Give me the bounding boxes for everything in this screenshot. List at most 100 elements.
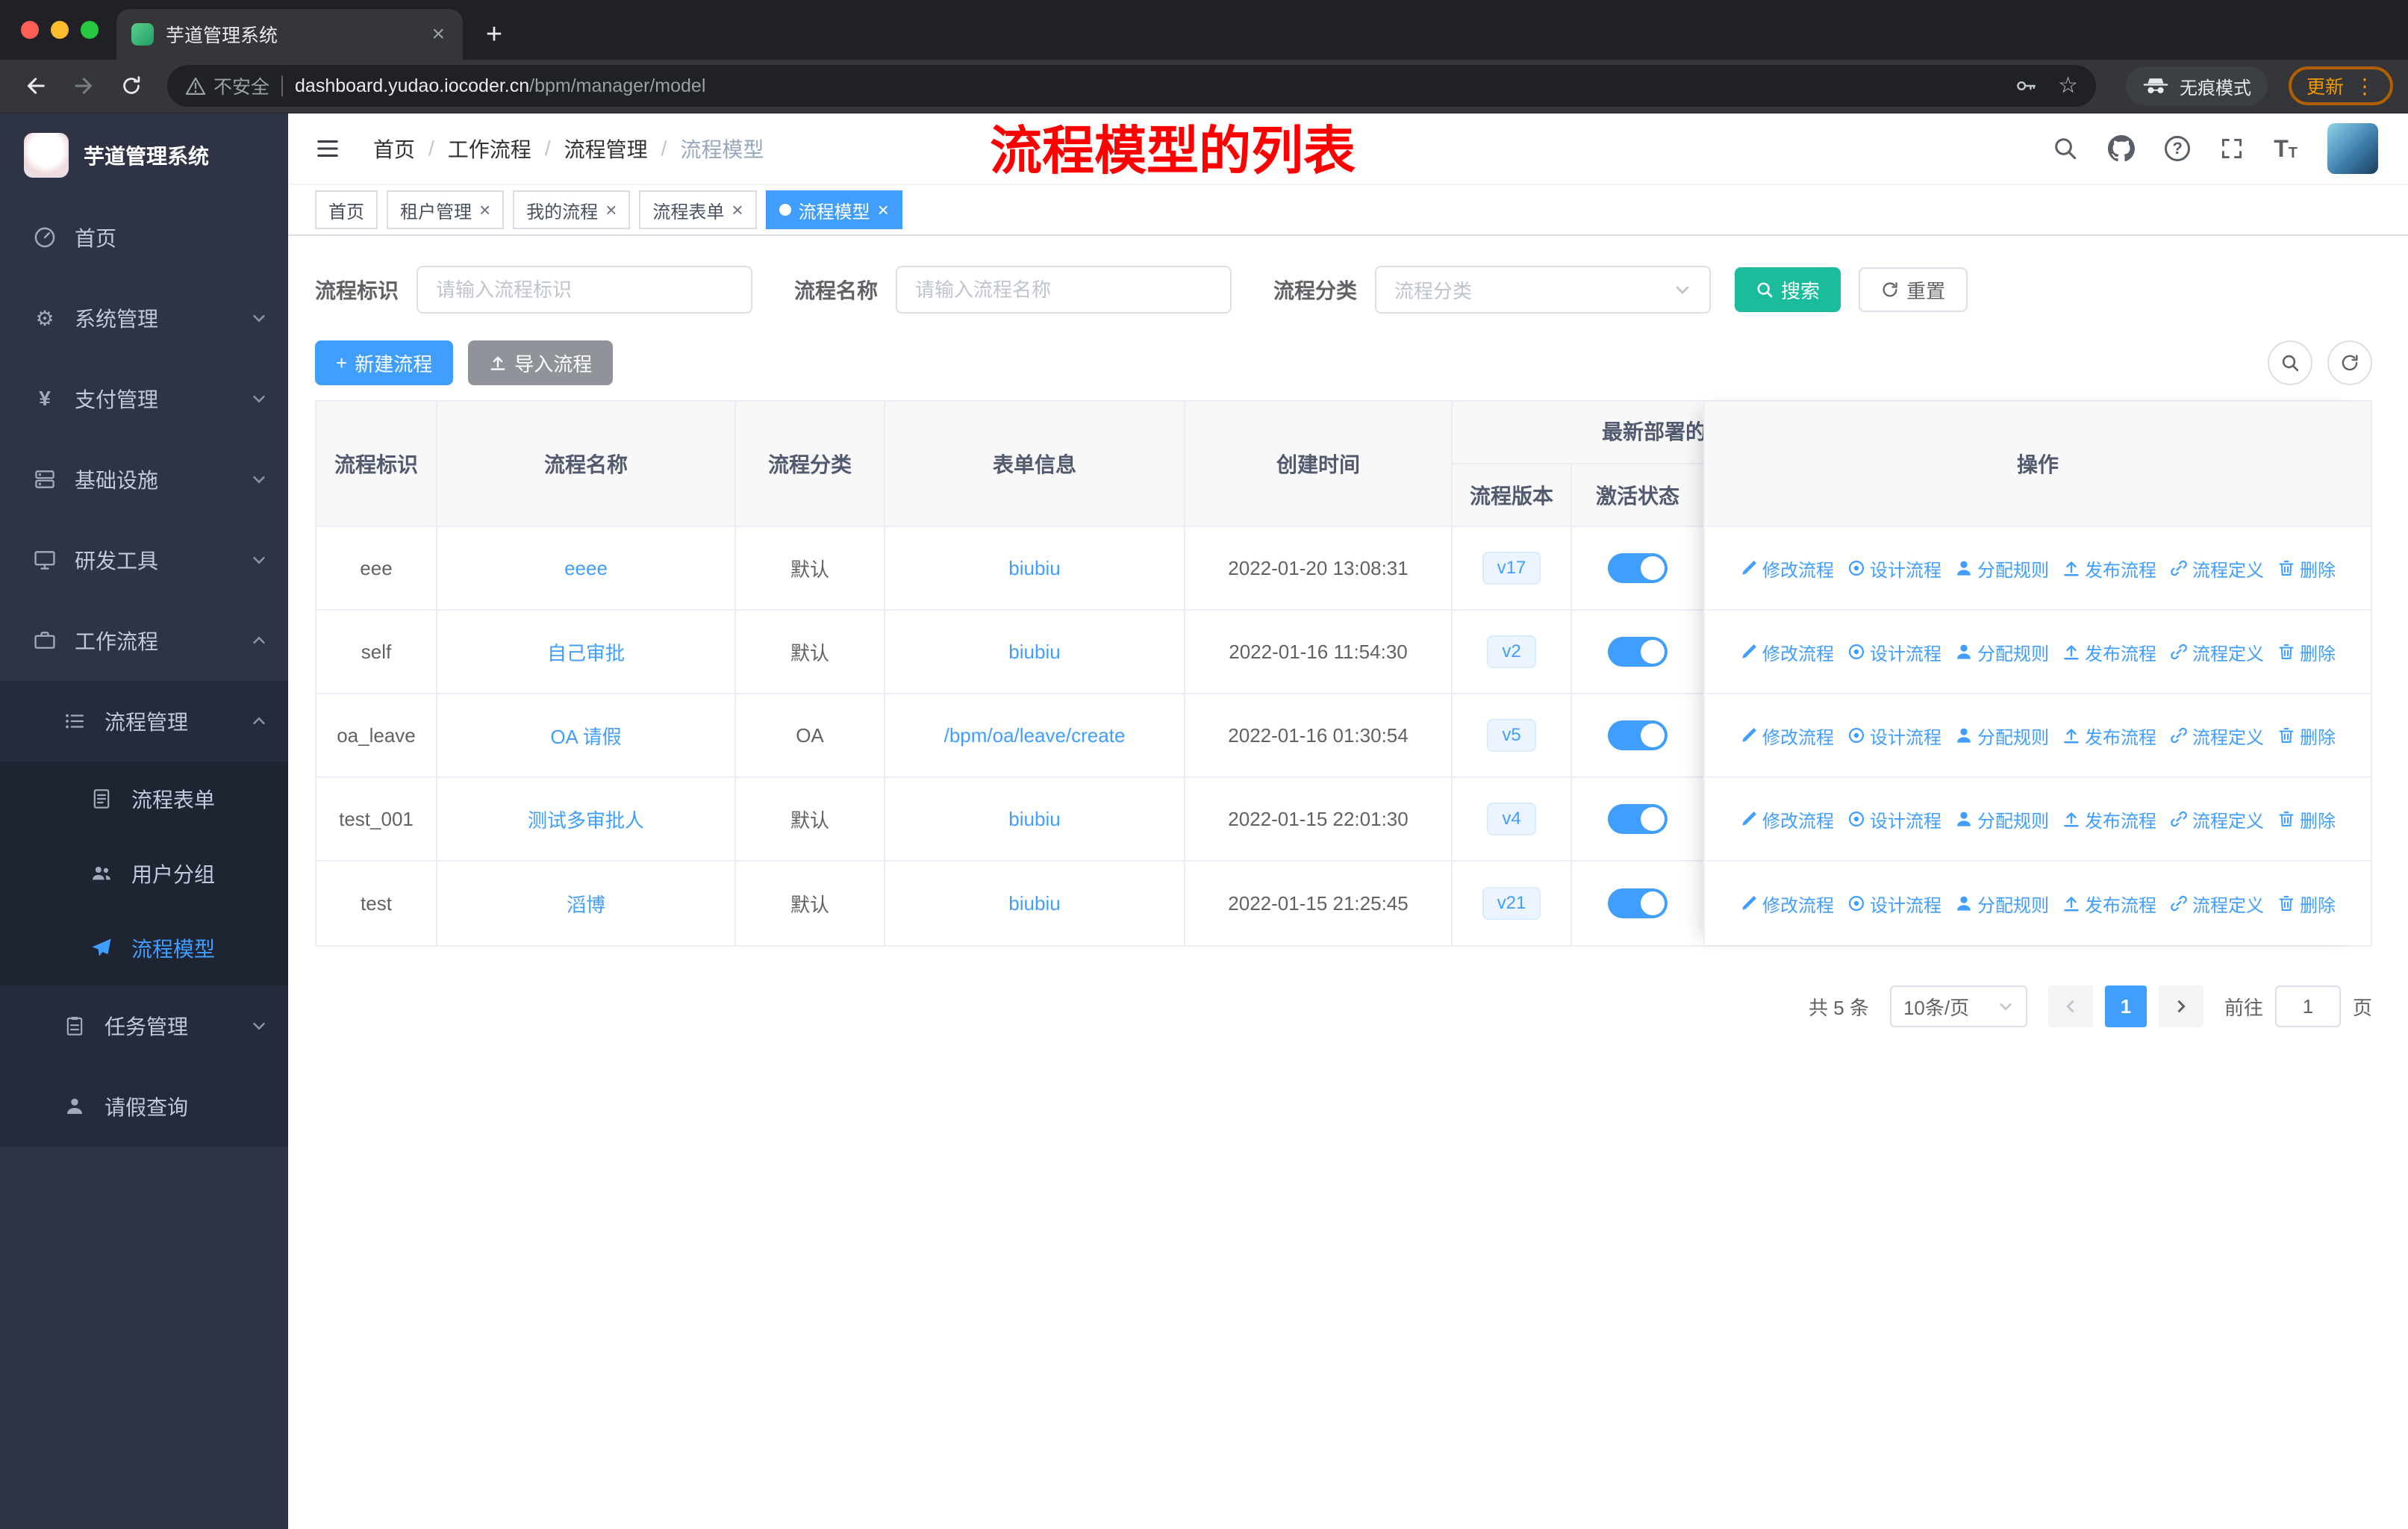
action-process-definition[interactable]: 流程定义 <box>2170 806 2264 832</box>
search-button[interactable]: 搜索 <box>1735 267 1841 312</box>
action-assign-rule[interactable]: 分配规则 <box>1955 639 2049 665</box>
search-icon[interactable] <box>2053 136 2078 161</box>
sidebar-item-process-model[interactable]: 流程模型 <box>0 911 288 985</box>
process-id-input[interactable] <box>417 266 753 314</box>
breadcrumb-process-management[interactable]: 流程管理 <box>564 134 648 164</box>
action-publish-process[interactable]: 发布流程 <box>2062 723 2156 749</box>
sidebar-item-task-management[interactable]: 任务管理 <box>0 985 288 1066</box>
close-icon[interactable]: × <box>732 200 743 219</box>
action-design-process[interactable]: 设计流程 <box>1847 555 1941 582</box>
action-edit-process[interactable]: 修改流程 <box>1740 555 1834 582</box>
action-assign-rule[interactable]: 分配规则 <box>1955 555 2049 582</box>
process-name-input[interactable] <box>896 266 1232 314</box>
version-badge[interactable]: v4 <box>1487 803 1536 835</box>
user-avatar[interactable] <box>2327 123 2378 174</box>
action-publish-process[interactable]: 发布流程 <box>2062 639 2156 665</box>
help-icon[interactable]: ? <box>2165 136 2191 161</box>
goto-page-input[interactable] <box>2274 985 2341 1027</box>
process-name-link[interactable]: OA 请假 <box>550 722 621 750</box>
sidebar-item-leave-query[interactable]: 请假查询 <box>0 1066 288 1147</box>
browser-update-button[interactable]: 更新 ⋮ <box>2288 66 2393 105</box>
github-icon[interactable] <box>2108 135 2136 162</box>
action-design-process[interactable]: 设计流程 <box>1847 639 1941 665</box>
process-name-link[interactable]: 滔博 <box>567 890 605 918</box>
page-number-button[interactable]: 1 <box>2104 985 2147 1027</box>
zoom-window-button[interactable] <box>81 21 99 39</box>
sidebar-item-user-group[interactable]: 用户分组 <box>0 836 288 911</box>
form-info-link[interactable]: biubiu <box>1008 892 1060 915</box>
new-tab-button[interactable]: + <box>472 12 517 57</box>
browser-tab[interactable]: 芋道管理系统 × <box>116 9 463 60</box>
action-assign-rule[interactable]: 分配规则 <box>1955 806 2049 832</box>
breadcrumb-home[interactable]: 首页 <box>373 134 415 164</box>
import-process-button[interactable]: 导入流程 <box>468 340 614 385</box>
action-process-definition[interactable]: 流程定义 <box>2170 639 2264 665</box>
process-name-link[interactable]: eeee <box>564 557 608 580</box>
close-icon[interactable]: × <box>479 200 490 219</box>
app-logo[interactable]: 芋道管理系统 <box>0 113 288 197</box>
fullscreen-icon[interactable] <box>2220 137 2244 161</box>
next-page-button[interactable] <box>2158 985 2203 1027</box>
form-info-link[interactable]: biubiu <box>1008 641 1060 664</box>
action-design-process[interactable]: 设计流程 <box>1847 806 1941 832</box>
active-status-toggle[interactable] <box>1608 637 1668 667</box>
sidebar-item-devtools[interactable]: 研发工具 <box>0 520 288 600</box>
action-design-process[interactable]: 设计流程 <box>1847 891 1941 917</box>
sidebar-item-home[interactable]: 首页 <box>0 197 288 278</box>
form-info-link[interactable]: biubiu <box>1008 557 1060 580</box>
process-name-link[interactable]: 自己审批 <box>547 638 625 666</box>
process-name-link[interactable]: 测试多审批人 <box>528 806 644 833</box>
process-category-select[interactable]: 流程分类 <box>1375 266 1712 314</box>
tag-my-process[interactable]: 我的流程 × <box>513 190 631 229</box>
tag-tenant[interactable]: 租户管理 × <box>387 190 505 229</box>
action-assign-rule[interactable]: 分配规则 <box>1955 723 2049 749</box>
reset-button[interactable]: 重置 <box>1859 267 1968 312</box>
sidebar-item-infrastructure[interactable]: 基础设施 <box>0 439 288 520</box>
version-badge[interactable]: v5 <box>1487 719 1536 752</box>
create-process-button[interactable]: + 新建流程 <box>315 340 454 385</box>
action-assign-rule[interactable]: 分配规则 <box>1955 891 2049 917</box>
action-process-definition[interactable]: 流程定义 <box>2170 723 2264 749</box>
action-publish-process[interactable]: 发布流程 <box>2062 806 2156 832</box>
close-icon[interactable]: × <box>605 200 617 219</box>
back-button[interactable] <box>15 65 57 107</box>
tag-home[interactable]: 首页 <box>315 190 378 229</box>
tag-process-form[interactable]: 流程表单 × <box>639 190 757 229</box>
version-badge[interactable]: v2 <box>1487 635 1536 668</box>
close-icon[interactable]: × <box>878 200 889 219</box>
refresh-table-button[interactable] <box>2327 340 2372 385</box>
tag-process-model[interactable]: 流程模型 × <box>765 190 902 229</box>
action-process-definition[interactable]: 流程定义 <box>2170 555 2264 582</box>
active-status-toggle[interactable] <box>1608 888 1668 918</box>
prev-page-button[interactable] <box>2047 985 2093 1027</box>
forward-button[interactable] <box>63 65 105 107</box>
action-edit-process[interactable]: 修改流程 <box>1740 891 1834 917</box>
page-size-select[interactable]: 10条/页 <box>1889 985 2027 1027</box>
sidebar-collapse-button[interactable] <box>315 136 340 161</box>
sidebar-item-system[interactable]: ⚙ 系统管理 <box>0 278 288 358</box>
address-bar[interactable]: 不安全 dashboard.yudao.iocoder.cn /bpm/mana… <box>167 65 2096 107</box>
form-info-link[interactable]: /bpm/oa/leave/create <box>944 724 1126 747</box>
bookmark-star-icon[interactable]: ☆ <box>2058 75 2078 97</box>
action-delete[interactable]: 删除 <box>2277 806 2336 832</box>
form-info-link[interactable]: biubiu <box>1008 808 1060 831</box>
toggle-search-button[interactable] <box>2268 340 2312 385</box>
version-badge[interactable]: v21 <box>1482 887 1541 920</box>
active-status-toggle[interactable] <box>1608 720 1668 750</box>
sidebar-item-payment[interactable]: ¥ 支付管理 <box>0 358 288 439</box>
reload-button[interactable] <box>110 65 152 107</box>
action-delete[interactable]: 删除 <box>2277 723 2336 749</box>
version-badge[interactable]: v17 <box>1482 552 1541 585</box>
action-publish-process[interactable]: 发布流程 <box>2062 555 2156 582</box>
action-edit-process[interactable]: 修改流程 <box>1740 639 1834 665</box>
action-edit-process[interactable]: 修改流程 <box>1740 723 1834 749</box>
browser-menu-icon[interactable]: ⋮ <box>2354 74 2375 99</box>
security-indicator[interactable]: 不安全 <box>185 72 269 99</box>
active-status-toggle[interactable] <box>1608 804 1668 834</box>
breadcrumb-workflow[interactable]: 工作流程 <box>448 134 531 164</box>
sidebar-item-workflow[interactable]: 工作流程 <box>0 600 288 681</box>
action-delete[interactable]: 删除 <box>2277 639 2336 665</box>
action-publish-process[interactable]: 发布流程 <box>2062 891 2156 917</box>
action-process-definition[interactable]: 流程定义 <box>2170 891 2264 917</box>
password-key-icon[interactable] <box>2013 74 2037 98</box>
